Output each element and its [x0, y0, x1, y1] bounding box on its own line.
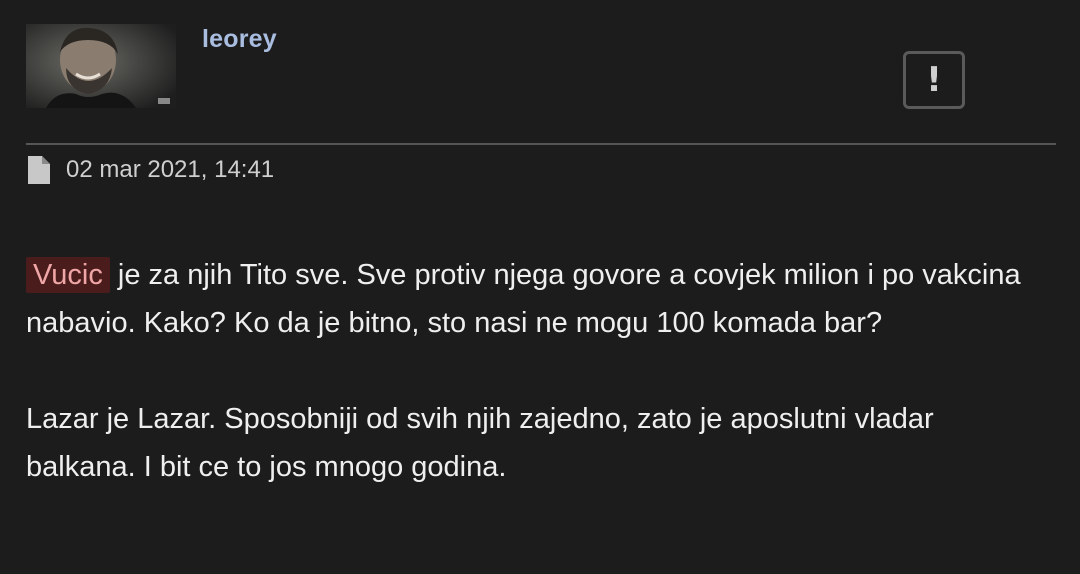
avatar-image [26, 24, 176, 108]
post-paragraph: Vucic je za njih Tito sve. Sve protiv nj… [26, 251, 1036, 347]
paragraph-text: je za njih Tito sve. Sve protiv njega go… [26, 259, 1021, 339]
report-button[interactable]: ! [903, 51, 965, 109]
author-username[interactable]: leorey [202, 25, 277, 54]
avatar[interactable] [26, 24, 176, 108]
exclamation-icon: ! [926, 60, 942, 100]
post-content: Vucic je za njih Tito sve. Sve protiv nj… [26, 251, 1036, 491]
post-paragraph: Lazar je Lazar. Sposobniji od svih njih … [26, 403, 934, 483]
file-icon[interactable] [28, 156, 50, 184]
forum-post: leorey ! 02 mar 2021, 14:41 Vucic je za … [0, 0, 1080, 574]
post-date: 02 mar 2021, 14:41 [66, 156, 275, 183]
post-meta: 02 mar 2021, 14:41 [28, 156, 274, 184]
mention-link[interactable]: Vucic [26, 257, 110, 293]
divider [26, 143, 1056, 145]
